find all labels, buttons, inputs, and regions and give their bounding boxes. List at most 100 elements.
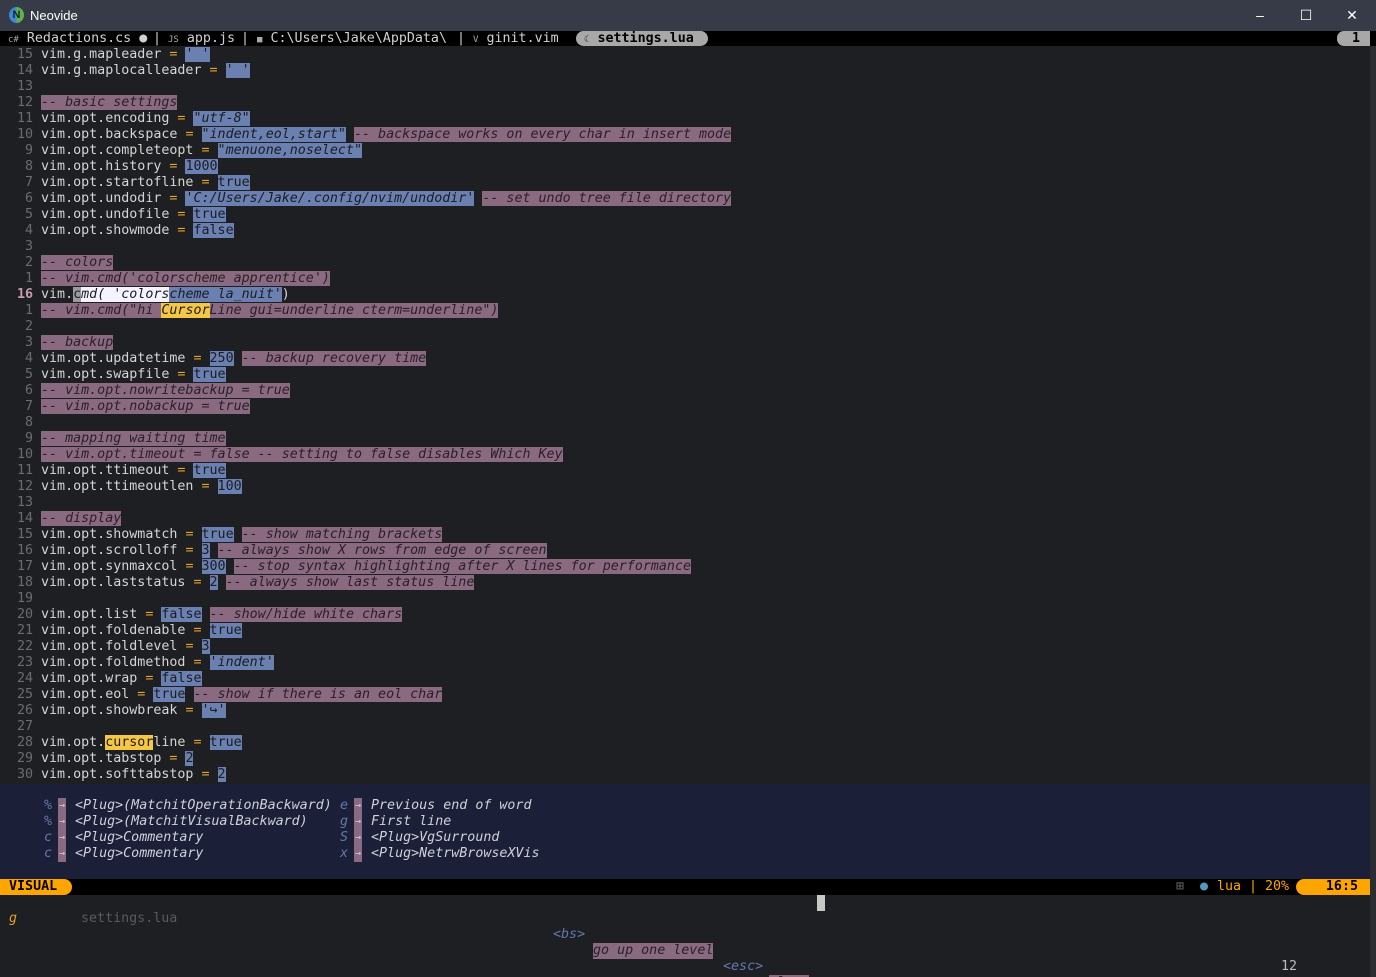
code-line[interactable]: 22 vim.opt.foldlevel = 3 bbox=[0, 639, 1370, 655]
line-number: 15 bbox=[16, 527, 33, 542]
code-line[interactable]: 4 vim.opt.updatetime = 250 -- backup reco… bbox=[0, 351, 1370, 367]
code-line[interactable]: 5 vim.opt.undofile = true bbox=[0, 207, 1370, 223]
code-line[interactable]: 23 vim.opt.foldmethod = 'indent' bbox=[0, 655, 1370, 671]
editor-buffer[interactable]: 15 vim.g.mapleader = ' ' 14 vim.g.maplocall… bbox=[0, 47, 1376, 784]
footer-count: 12 bbox=[1281, 959, 1298, 974]
code-line[interactable]: 12 vim.opt.ttimeoutlen = 100 bbox=[0, 479, 1370, 495]
code-line[interactable]: 21 vim.opt.foldenable = true bbox=[0, 623, 1370, 639]
code-text: vim.opt.showmode = false bbox=[41, 223, 234, 239]
code-line[interactable]: 19 bbox=[0, 591, 1370, 607]
code-line[interactable]: 12 -- basic settings bbox=[0, 95, 1370, 111]
line-number: 2 bbox=[24, 319, 33, 334]
code-line[interactable]: 14 vim.g.maplocalleader = ' ' bbox=[0, 63, 1370, 79]
code-text: vim.opt.ttimeout = true bbox=[41, 463, 226, 479]
code-line[interactable]: 15 vim.opt.showmatch = true -- show match… bbox=[0, 527, 1370, 543]
code-line[interactable]: 29 vim.opt.tabstop = 2 bbox=[0, 751, 1370, 767]
code-line[interactable]: 24 vim.opt.wrap = false bbox=[0, 671, 1370, 687]
line-number: 18 bbox=[16, 575, 33, 590]
tab-redactions-cs[interactable]: c# Redactions.cs ● bbox=[8, 31, 147, 46]
code-token: vim.g.mapleader bbox=[41, 47, 170, 62]
code-line[interactable]: 8 vim.opt.history = 1000 bbox=[0, 159, 1370, 175]
code-line[interactable]: 16 vim.cmd( 'colorscheme la_nuit') bbox=[0, 287, 1370, 303]
code-line[interactable]: 6 vim.opt.undodir = 'C:/Users/Jake/.confi… bbox=[0, 191, 1370, 207]
code-line[interactable]: 25 vim.opt.eol = true -- show if there is… bbox=[0, 687, 1370, 703]
code-line[interactable]: 1 -- vim.cmd('colorscheme apprentice') bbox=[0, 271, 1370, 287]
tab-count[interactable]: 1 bbox=[1337, 31, 1370, 46]
code-token: vim.opt.eol bbox=[41, 687, 138, 702]
code-line[interactable]: 6 -- vim.opt.nowritebackup = true bbox=[0, 383, 1370, 399]
maximize-button[interactable]: ☐ bbox=[1283, 0, 1329, 31]
code-text: vim.opt.foldlevel = 3 bbox=[41, 639, 210, 655]
status-separator: | bbox=[1249, 879, 1258, 894]
line-number: 15 bbox=[16, 47, 33, 62]
code-line[interactable]: 7 -- vim.opt.nobackup = true bbox=[0, 399, 1370, 415]
code-text: vim.opt.ttimeoutlen = 100 bbox=[41, 479, 242, 495]
code-line[interactable]: 1 -- vim.cmd("hi CursorLine gui=underline… bbox=[0, 303, 1370, 319]
code-text: -- backup bbox=[41, 335, 114, 351]
code-text: vim.opt.startofline = true bbox=[41, 175, 250, 191]
code-line[interactable]: 17 vim.opt.synmaxcol = 300 -- stop syntax… bbox=[0, 559, 1370, 575]
code-line[interactable]: 2 bbox=[0, 319, 1370, 335]
code-line[interactable]: 18 vim.opt.laststatus = 2 -- always show … bbox=[0, 575, 1370, 591]
code-token: -- basic settings bbox=[41, 95, 178, 110]
code-token: -- backup recovery time bbox=[241, 351, 427, 366]
line-number: 13 bbox=[16, 79, 33, 94]
code-token: vim.opt.foldmethod bbox=[41, 655, 194, 670]
code-token: = bbox=[193, 575, 202, 590]
code-line[interactable]: 27 bbox=[0, 719, 1370, 735]
code-line[interactable]: 8 bbox=[0, 415, 1370, 431]
code-line[interactable]: 9 -- mapping waiting time bbox=[0, 431, 1370, 447]
code-line[interactable]: 2 -- colors bbox=[0, 255, 1370, 271]
mapping-description: <Plug>Commentary bbox=[75, 846, 204, 861]
code-text: vim.opt.tabstop = 2 bbox=[41, 751, 194, 767]
code-token: vim.opt.laststatus bbox=[41, 575, 194, 590]
code-line[interactable]: 15 vim.g.mapleader = ' ' bbox=[0, 47, 1370, 63]
code-token: = bbox=[193, 623, 202, 638]
code-line[interactable]: 13 bbox=[0, 79, 1370, 95]
code-line[interactable]: 14 -- display bbox=[0, 511, 1370, 527]
code-line[interactable]: 3 bbox=[0, 239, 1370, 255]
code-token: vim.opt.ttimeout bbox=[41, 463, 178, 478]
code-line[interactable]: 3 -- backup bbox=[0, 335, 1370, 351]
line-number: 6 bbox=[24, 383, 33, 398]
minimize-button[interactable]: – bbox=[1237, 0, 1283, 31]
code-line[interactable]: 30 vim.opt.softtabstop = 2 bbox=[0, 767, 1370, 783]
code-token: -- colors bbox=[41, 255, 114, 270]
code-line[interactable]: 9 vim.opt.completeopt = "menuone,noselect… bbox=[0, 143, 1370, 159]
code-line[interactable]: 28 vim.opt.cursorline = true bbox=[0, 735, 1370, 751]
tab-ginit-vim[interactable]: V ginit.vim bbox=[473, 31, 559, 46]
arrow-icon: → bbox=[58, 798, 66, 814]
code-line[interactable]: 5 vim.opt.swapfile = true bbox=[0, 367, 1370, 383]
line-number: 25 bbox=[16, 687, 33, 702]
code-line[interactable]: 10 -- vim.opt.timeout = false -- setting … bbox=[0, 447, 1370, 463]
code-line[interactable]: 26 vim.opt.showbreak = '↪' bbox=[0, 703, 1370, 719]
tab-separator: | bbox=[457, 31, 466, 46]
line-number: 5 bbox=[24, 367, 33, 382]
code-text: -- vim.opt.nobackup = true bbox=[41, 399, 250, 415]
line-number: 26 bbox=[16, 703, 33, 718]
tab-settings-lua[interactable]: ☾ settings.lua bbox=[576, 31, 708, 46]
status-percent: 20% bbox=[1265, 879, 1290, 894]
code-line[interactable]: 11 vim.opt.ttimeout = true bbox=[0, 463, 1370, 479]
arrow-icon: → bbox=[354, 798, 362, 814]
arrow-icon: → bbox=[354, 846, 362, 862]
code-line[interactable]: 16 vim.opt.scrolloff = 3 -- always show X… bbox=[0, 543, 1370, 559]
code-token: = bbox=[193, 735, 202, 750]
code-line[interactable]: 11 vim.opt.encoding = "utf-8" bbox=[0, 111, 1370, 127]
tab-appdata-folder[interactable]: ■ C:\Users\Jake\AppData\ bbox=[257, 31, 447, 46]
command-line[interactable]: g <bs> go up one level <esc> close bbox=[0, 895, 1376, 977]
code-line[interactable]: 20 vim.opt.list = false -- show/hide whit… bbox=[0, 607, 1370, 623]
tab-app-js[interactable]: JS app.js bbox=[168, 31, 235, 46]
mode-indicator: VISUAL bbox=[0, 879, 72, 895]
code-line[interactable]: 4 vim.opt.showmode = false bbox=[0, 223, 1370, 239]
code-line[interactable]: 13 bbox=[0, 495, 1370, 511]
close-button[interactable]: ✕ bbox=[1329, 0, 1375, 31]
line-number: 16 bbox=[16, 543, 33, 558]
code-token: ' ' bbox=[225, 63, 250, 78]
line-number: 12 bbox=[16, 95, 33, 110]
code-line[interactable]: 10 vim.opt.backspace = "indent,eol,start"… bbox=[0, 127, 1370, 143]
code-line[interactable]: 7 vim.opt.startofline = true bbox=[0, 175, 1370, 191]
line-number: 5 bbox=[24, 207, 33, 222]
